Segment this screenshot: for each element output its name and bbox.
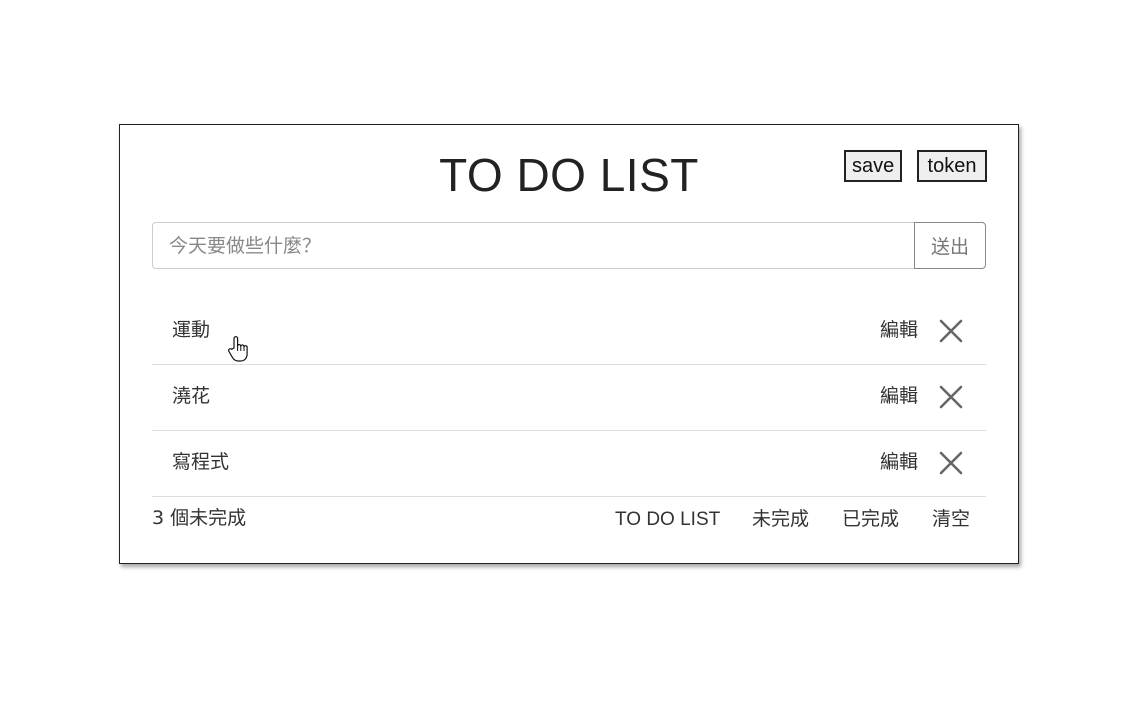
list-item: 寫程式 編輯 <box>152 431 986 497</box>
list-item: 澆花 編輯 <box>152 365 986 431</box>
close-icon[interactable] <box>937 317 965 345</box>
remaining-count: 3 個未完成 <box>152 507 247 529</box>
list-item: 運動 編輯 <box>152 299 986 365</box>
hand-pointer-icon <box>227 335 249 363</box>
close-icon[interactable] <box>937 383 965 411</box>
edit-button[interactable]: 編輯 <box>880 450 918 474</box>
todo-card: TO DO LIST save token 送出 運動 編輯 澆花 編輯 寫程式… <box>119 124 1019 564</box>
edit-button[interactable]: 編輯 <box>880 384 918 408</box>
todo-footer: 3 個未完成 TO DO LIST 未完成 已完成 清空 <box>152 505 986 535</box>
submit-button[interactable]: 送出 <box>914 222 986 269</box>
token-button[interactable]: token <box>917 150 987 182</box>
todo-text[interactable]: 寫程式 <box>172 450 229 474</box>
edit-button[interactable]: 編輯 <box>880 318 918 342</box>
filter-completed-tab[interactable]: 已完成 <box>842 508 899 532</box>
close-icon[interactable] <box>937 449 965 477</box>
save-button[interactable]: save <box>844 150 902 182</box>
todo-input[interactable] <box>152 222 915 269</box>
todo-text[interactable]: 澆花 <box>172 384 210 408</box>
add-todo-form: 送出 <box>152 222 986 269</box>
filter-all-tab[interactable]: TO DO LIST <box>615 508 720 532</box>
clear-button[interactable]: 清空 <box>932 508 970 532</box>
todo-text[interactable]: 運動 <box>172 318 210 342</box>
filter-active-tab[interactable]: 未完成 <box>752 508 809 532</box>
todo-list: 運動 編輯 澆花 編輯 寫程式 編輯 <box>152 299 986 497</box>
